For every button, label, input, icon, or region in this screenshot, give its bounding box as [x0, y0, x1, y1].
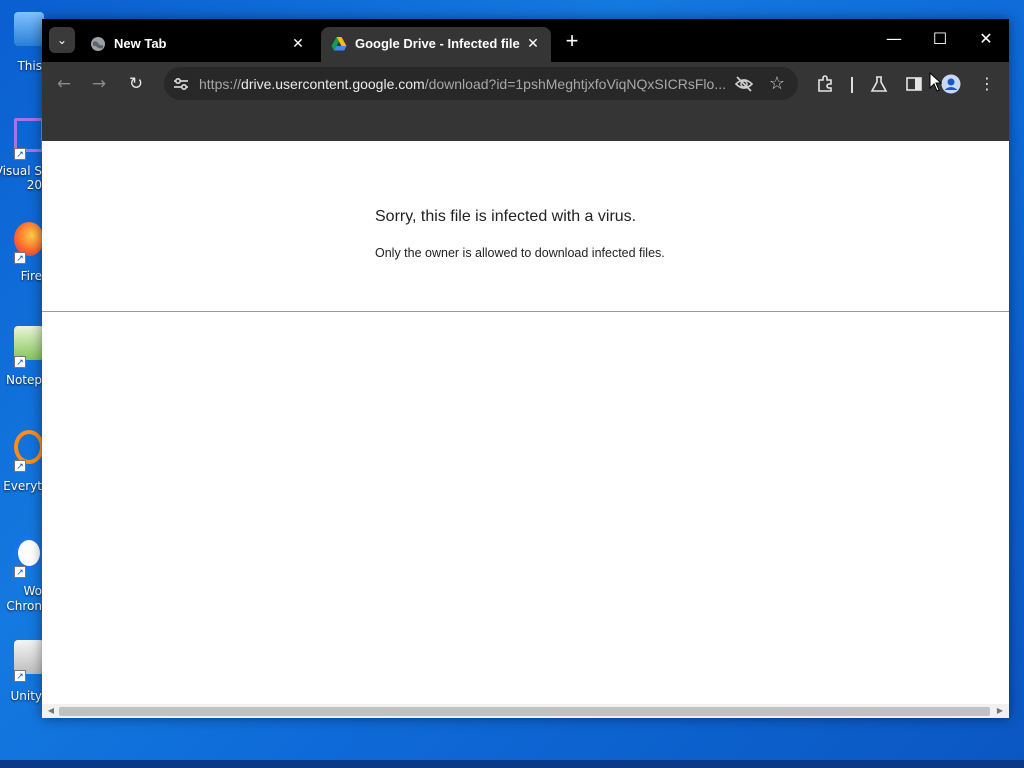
forward-button[interactable]: →	[86, 71, 112, 97]
everything-search-icon	[14, 430, 44, 464]
close-tab-icon[interactable]: ✕	[288, 33, 308, 53]
desktop-icon-unity[interactable]: ↗ Unity	[0, 640, 44, 703]
arrow-left-icon: ←	[56, 74, 72, 94]
url-scheme: https://	[199, 76, 242, 92]
error-title: Sorry, this file is infected with a viru…	[375, 208, 637, 225]
shortcut-arrow-icon: ↗	[14, 670, 26, 682]
shortcut-arrow-icon: ↗	[14, 566, 26, 578]
reload-button[interactable]: ↻	[123, 71, 149, 97]
desktop-icon-label: Notep	[5, 373, 42, 387]
side-panel-button[interactable]	[902, 72, 926, 96]
error-message: Only the owner is allowed to download in…	[375, 246, 665, 260]
close-tab-icon[interactable]: ✕	[523, 33, 543, 53]
unity-icon	[14, 640, 44, 674]
flask-icon	[870, 76, 888, 92]
desktop-icon-this-pc[interactable]: This	[0, 12, 44, 73]
horizontal-divider	[42, 311, 1009, 312]
chevron-down-icon: ⌄	[56, 33, 68, 47]
desktop-icon-label: This	[17, 59, 42, 73]
chrome-icon	[14, 536, 44, 570]
mouse-cursor-icon	[929, 72, 943, 92]
desktop-icon-firefox[interactable]: ↗ Fire	[0, 222, 44, 283]
scroll-left-arrow-icon[interactable]: ◀	[44, 704, 58, 718]
desktop-icon-everything[interactable]: ↗ Everyt	[0, 430, 44, 493]
notepad-plus-plus-icon	[14, 326, 44, 360]
browser-toolbar: ← → ↻ https://drive.usercontent.google.c…	[42, 62, 1009, 105]
desktop-icon-notepad[interactable]: ↗ Notep	[0, 326, 44, 387]
shortcut-arrow-icon: ↗	[14, 460, 26, 472]
url-host: drive.usercontent.google.com	[241, 76, 425, 92]
desktop-icon-label: Wo	[23, 584, 42, 598]
tab-new-tab[interactable]: New Tab ✕	[80, 27, 316, 62]
back-button[interactable]: ←	[51, 71, 77, 97]
site-settings-icon[interactable]	[172, 75, 190, 93]
desktop-icon-label: Fire	[20, 269, 42, 283]
bookmark-star-icon[interactable]: ☆	[766, 72, 788, 94]
minimize-icon: —	[886, 29, 902, 48]
page-content: Sorry, this file is infected with a viru…	[42, 141, 1009, 718]
tab-title: Google Drive - Infected file	[355, 36, 520, 51]
desktop-icon-chrome[interactable]: ↗ Wo Chron	[0, 536, 44, 616]
tab-google-drive[interactable]: Google Drive - Infected file ✕	[321, 27, 551, 62]
browser-menu-button[interactable]: ⋮	[975, 72, 999, 96]
extensions-button[interactable]	[813, 72, 837, 96]
plus-icon: +	[565, 28, 579, 53]
puzzle-icon	[818, 75, 832, 92]
desktop-icon-label-line2: Chron	[6, 599, 42, 613]
tab-search-button[interactable]: ⌄	[49, 27, 75, 53]
shortcut-arrow-icon: ↗	[14, 148, 26, 160]
desktop-icon-label-line2: 20	[26, 178, 42, 192]
desktop-icon-visual-studio[interactable]: ↗ Visual S 20	[0, 118, 44, 198]
tab-title: New Tab	[114, 36, 167, 51]
desktop-icon-label: Everyt	[3, 479, 42, 493]
eye-slash-icon[interactable]	[734, 74, 754, 94]
firefox-icon	[14, 222, 44, 256]
browser-window: ⌄ New Tab ✕ Google Drive - Infected file…	[42, 19, 1009, 718]
url-path: /download?id=1pshMeghtjxfoViqNQxSICRsFlo…	[424, 76, 726, 92]
maximize-button[interactable]: ☐	[918, 25, 962, 53]
shortcut-arrow-icon: ↗	[14, 356, 26, 368]
reload-icon: ↻	[128, 74, 144, 94]
globe-icon	[91, 37, 105, 51]
close-window-button[interactable]: ✕	[964, 25, 1008, 53]
scrollbar-thumb[interactable]	[59, 707, 990, 716]
more-vertical-icon: ⋮	[979, 74, 995, 93]
tab-strip: ⌄ New Tab ✕ Google Drive - Infected file…	[42, 19, 1009, 62]
labs-button[interactable]	[867, 72, 891, 96]
side-panel-icon	[906, 77, 922, 91]
taskbar	[0, 760, 1024, 768]
new-tab-button[interactable]: +	[559, 29, 585, 55]
address-bar[interactable]: https://drive.usercontent.google.com/dow…	[164, 67, 798, 100]
close-icon: ✕	[979, 29, 993, 48]
shortcut-arrow-icon: ↗	[14, 252, 26, 264]
arrow-right-icon: →	[91, 74, 107, 94]
minimize-button[interactable]: —	[872, 25, 916, 53]
desktop-icon-label: Unity	[10, 689, 42, 703]
scroll-right-arrow-icon[interactable]: ▶	[993, 704, 1007, 718]
url-text[interactable]: https://drive.usercontent.google.com/dow…	[199, 76, 729, 92]
bookmarks-bar	[42, 105, 1009, 141]
computer-icon	[14, 12, 44, 46]
google-drive-icon	[331, 37, 347, 51]
desktop-icon-label: Visual S	[0, 164, 42, 178]
visual-studio-icon	[14, 118, 44, 152]
horizontal-scrollbar[interactable]: ◀ ▶	[42, 704, 1009, 718]
avatar-icon	[941, 74, 961, 94]
maximize-icon: ☐	[932, 29, 948, 48]
toolbar-divider	[851, 77, 853, 93]
